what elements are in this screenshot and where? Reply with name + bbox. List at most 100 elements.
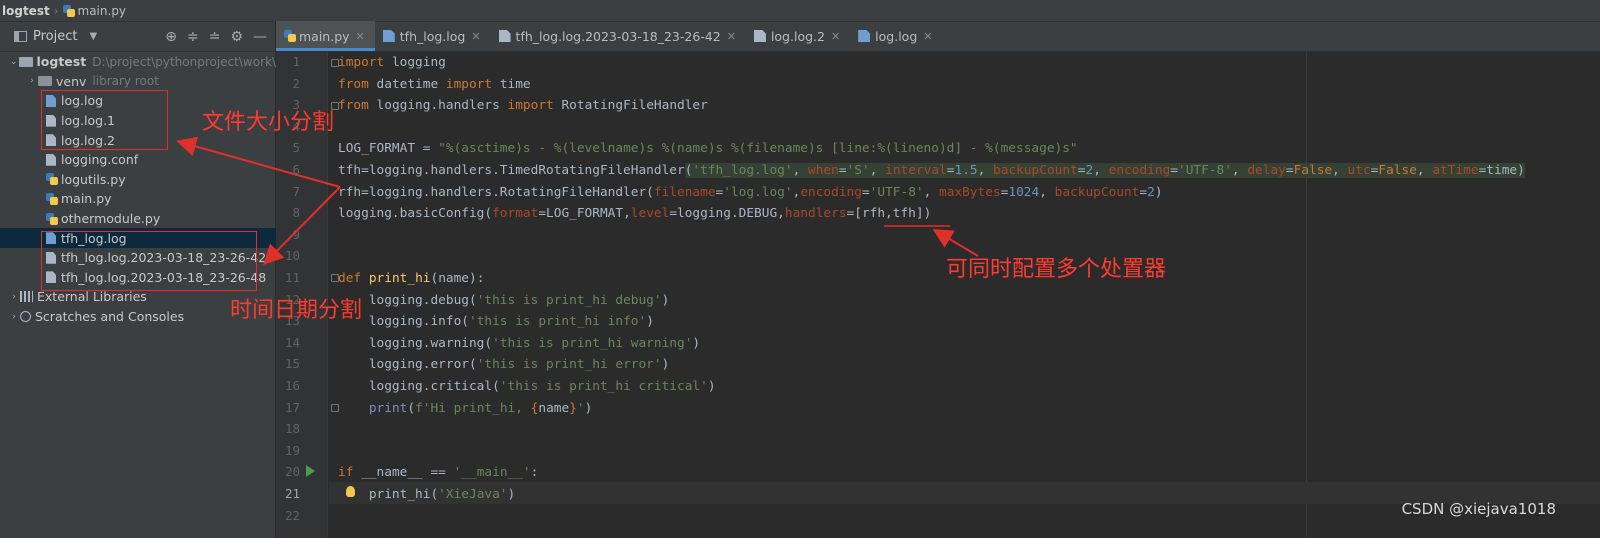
line-number: 8 <box>292 205 300 221</box>
chevron-right-icon[interactable]: › <box>8 312 20 322</box>
tree-item-file[interactable]: logging.conf <box>0 150 276 170</box>
chevron-right-icon[interactable]: › <box>26 76 38 86</box>
run-icon[interactable] <box>306 465 315 477</box>
code-line: if __name__ == '__main__': <box>338 465 539 481</box>
tab-label: tfh_log.log.2023-03-18_23-26-42 <box>515 28 721 44</box>
locate-icon[interactable]: ⊕ <box>165 29 177 45</box>
line-number: 9 <box>292 226 300 242</box>
tab-label: main.py <box>299 28 350 44</box>
tab-label: tfh_log.log <box>399 28 466 44</box>
tab-label: log.log.2 <box>770 28 825 44</box>
breadcrumb-file[interactable]: main.py <box>78 4 127 18</box>
venv-hint: library root <box>92 74 159 89</box>
python-file-icon <box>46 212 58 225</box>
size-split-box <box>41 90 168 150</box>
line-number: 19 <box>284 442 300 458</box>
editor-tabs: main.py ✕ tfh_log.log ✕ tfh_log.log.2023-0… <box>276 21 1600 52</box>
code-line: logging.basicConfig(format=LOG_FORMAT,le… <box>338 206 932 222</box>
code-line: LOG_FORMAT = "%(asctime)s - %(levelname)… <box>338 141 1078 157</box>
line-number: 2 <box>292 75 300 91</box>
code-editor[interactable]: 1 2 3 4 5 6 7 8 9 10 11 12 13 14 15 16 1… <box>276 52 1600 538</box>
line-number: 5 <box>292 140 300 156</box>
python-file-icon <box>46 173 58 186</box>
folder-icon <box>38 76 52 87</box>
root-name: logtest <box>36 54 87 70</box>
tree-item-file[interactable]: logutils.py <box>0 170 276 190</box>
line-number: 20 <box>284 464 300 480</box>
tab-tfh-log-dated[interactable]: tfh_log.log.2023-03-18_23-26-42 ✕ <box>491 21 746 51</box>
code-line: logging.debug('this is print_hi debug') <box>338 292 670 308</box>
code-line: from datetime import time <box>338 76 531 92</box>
file-label: logutils.py <box>61 171 126 187</box>
chevron-down-icon[interactable]: ⌄ <box>8 57 19 67</box>
external-libraries-label: External Libraries <box>37 289 147 305</box>
code-line: logging.critical('this is print_hi criti… <box>338 379 716 394</box>
code-line: import logging <box>338 55 446 70</box>
watermark: CSDN @xiejava1018 <box>1401 500 1556 518</box>
tree-item-venv[interactable]: › venv library root <box>0 72 276 92</box>
python-file-icon <box>46 192 58 205</box>
breadcrumb-project[interactable]: logtest <box>2 4 50 18</box>
file-label: othermodule.py <box>61 211 161 227</box>
line-number: 21 <box>284 486 300 501</box>
libraries-icon <box>20 291 33 303</box>
time-split-box <box>41 231 257 291</box>
gear-icon[interactable]: ⚙ <box>230 29 243 45</box>
line-number: 18 <box>284 421 300 437</box>
close-icon[interactable]: ✕ <box>471 30 480 43</box>
text-file-icon <box>498 30 511 42</box>
breadcrumb: logtest › main.py <box>0 0 1600 22</box>
minimize-icon[interactable]: — <box>253 29 267 45</box>
collapse-all-icon[interactable]: ≐ <box>209 29 221 45</box>
tab-log-log-2[interactable]: log.log.2 ✕ <box>746 21 850 51</box>
line-number: 22 <box>284 507 300 523</box>
file-label: logging.conf <box>61 152 139 168</box>
multi-handlers-annotation: 可同时配置多个处置器 <box>946 257 1167 282</box>
code-line: tfh=logging.handlers.TimedRotatingFileHa… <box>338 163 1525 178</box>
panel-header: Project ▼ ⊕ ≑ ≐ ⚙ — <box>0 22 275 52</box>
line-number: 14 <box>284 334 300 350</box>
line-number: 11 <box>284 270 300 285</box>
close-icon[interactable]: ✕ <box>356 30 365 43</box>
line-number: 1 <box>292 54 300 69</box>
code-line: rfh=logging.handlers.RotatingFileHandler… <box>338 184 1163 200</box>
size-split-annotation: 文件大小分割 <box>202 110 335 135</box>
text-file-icon <box>753 30 766 42</box>
chevron-down-icon[interactable]: ▼ <box>89 31 97 42</box>
expand-all-icon[interactable]: ≑ <box>187 29 199 45</box>
tree-item-file[interactable]: othermodule.py <box>0 209 276 229</box>
line-number: 15 <box>284 356 300 372</box>
root-path: D:\project\pythonproject\work\ <box>92 54 276 69</box>
python-file-icon <box>62 4 75 17</box>
code-line: from logging.handlers import RotatingFil… <box>338 98 708 114</box>
code-line: print_hi('XieJava') <box>338 487 516 502</box>
tab-main-py[interactable]: main.py ✕ <box>276 21 375 51</box>
code-line: logging.warning('this is print_hi warnin… <box>338 335 701 351</box>
tab-tfh-log[interactable]: tfh_log.log ✕ <box>375 21 491 51</box>
scratches-label: Scratches and Consoles <box>35 309 185 325</box>
python-file-icon <box>284 30 296 42</box>
log-file-icon <box>382 30 395 42</box>
right-margin-guide <box>1306 52 1307 538</box>
line-number: 7 <box>292 183 300 199</box>
code-line: print(f'Hi print_hi, {name}') <box>368 400 593 416</box>
close-icon[interactable]: ✕ <box>727 30 736 43</box>
chevron-right-icon[interactable]: › <box>8 292 20 302</box>
file-label: main.py <box>61 191 112 207</box>
chevron-right-icon: › <box>53 3 59 18</box>
tree-root[interactable]: ⌄ logtest D:\project\pythonproject\work\ <box>0 52 276 72</box>
log-file-icon <box>858 30 871 42</box>
tab-log-log[interactable]: log.log ✕ <box>850 21 942 51</box>
tree-item-file[interactable]: main.py <box>0 189 276 209</box>
line-number: 16 <box>284 378 300 393</box>
tab-label: log.log <box>875 28 918 44</box>
code-line: def print_hi(name): <box>338 271 485 286</box>
panel-title[interactable]: Project <box>33 29 77 44</box>
line-number: 10 <box>284 248 300 264</box>
time-split-annotation: 时间日期分割 <box>230 298 363 323</box>
close-icon[interactable]: ✕ <box>831 30 840 43</box>
code-line: logging.info('this is print_hi info') <box>338 314 654 330</box>
close-icon[interactable]: ✕ <box>923 30 932 43</box>
line-number: 17 <box>284 399 300 415</box>
venv-label: venv <box>56 73 87 89</box>
